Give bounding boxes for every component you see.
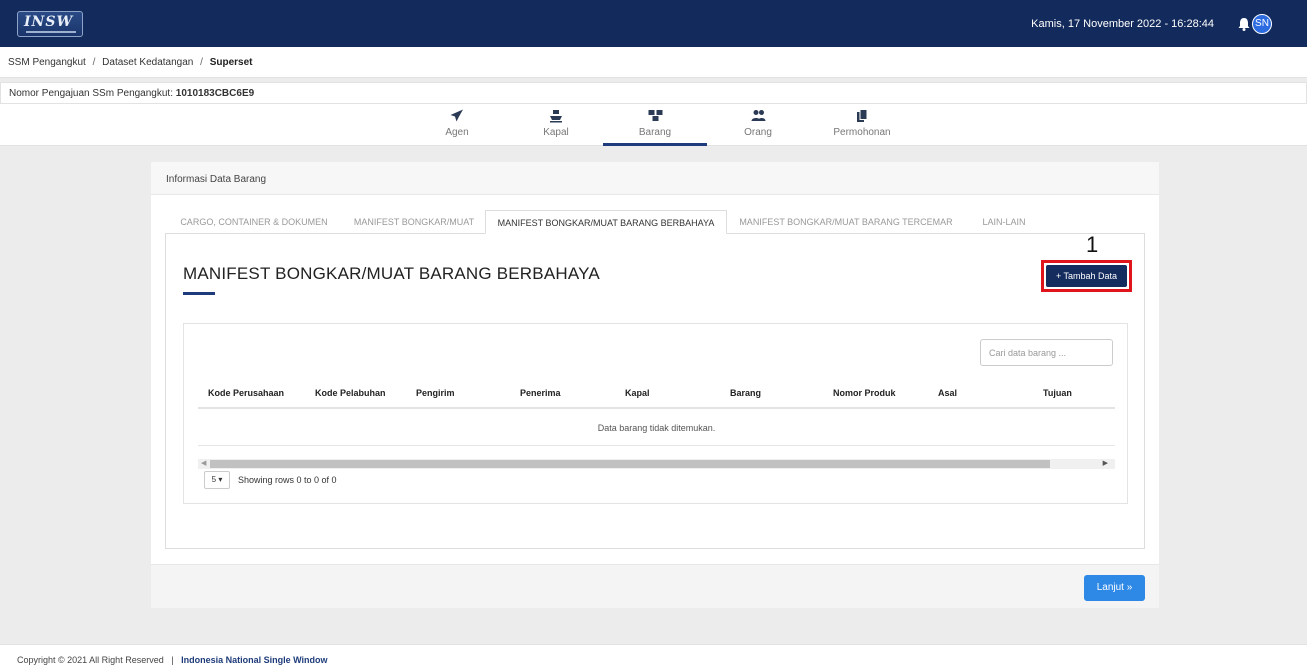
step-label: Kapal — [543, 127, 569, 138]
step-barang[interactable]: Barang — [603, 104, 707, 146]
column-header-nomor-produk[interactable]: Nomor Produk — [833, 388, 896, 398]
pagination-info: Showing rows 0 to 0 of 0 — [238, 475, 337, 485]
scroll-left-icon[interactable]: ◀ — [201, 459, 206, 467]
breadcrumb-current: Superset — [209, 57, 253, 68]
annotation-number: 1 — [1086, 232, 1099, 257]
column-header-barang[interactable]: Barang — [730, 388, 761, 398]
annotation-highlight-box: + Tambah Data — [1041, 260, 1132, 292]
empty-table-row: Data barang tidak ditemukan. — [198, 410, 1115, 446]
footer-separator: | — [171, 655, 174, 665]
tab-bar: CARGO, CONTAINER & DOKUMEN MANIFEST BONG… — [165, 210, 1145, 234]
card-footer: Lanjut » — [151, 564, 1159, 608]
data-barang-card: Informasi Data Barang CARGO, CONTAINER &… — [151, 162, 1159, 608]
scrollbar-thumb[interactable] — [210, 460, 1050, 468]
caret-down-icon: ▾ — [218, 475, 223, 484]
paper-plane-icon — [405, 104, 509, 124]
column-header-kapal[interactable]: Kapal — [625, 388, 650, 398]
top-navbar: INSW Kamis, 17 November 2022 - 16:28:44 … — [0, 0, 1307, 47]
copyright-text: Copyright © 2021 All Right Reserved — [17, 655, 164, 665]
step-orang[interactable]: Orang — [706, 104, 810, 146]
step-label: Permohonan — [833, 127, 891, 138]
data-table-container: Cari data barang ... Kode Perusahaan Kod… — [183, 323, 1128, 504]
step-agen[interactable]: Agen — [405, 104, 509, 146]
breadcrumb-item-ssm-pengangkut[interactable]: SSM Pengangkut — [8, 57, 86, 68]
step-kapal[interactable]: Kapal — [504, 104, 608, 146]
column-header-penerima[interactable]: Penerima — [520, 388, 561, 398]
page-size-select[interactable]: 5 ▾ — [204, 471, 230, 489]
insw-logo[interactable]: INSW — [17, 11, 83, 37]
search-input[interactable]: Cari data barang ... — [980, 339, 1113, 366]
title-underline — [183, 292, 215, 295]
ship-icon — [504, 104, 608, 124]
boxes-icon — [603, 104, 707, 124]
column-header-asal[interactable]: Asal — [938, 388, 957, 398]
horizontal-scrollbar[interactable]: ◀ ▶ — [198, 459, 1115, 469]
submission-label: Nomor Pengajuan SSm Pengangkut: — [9, 88, 173, 99]
pagination: 5 ▾ Showing rows 0 to 0 of 0 — [204, 471, 504, 489]
table-header: Kode Perusahaan Kode Pelabuhan Pengirim … — [198, 378, 1115, 409]
lanjut-button[interactable]: Lanjut » — [1084, 575, 1145, 601]
column-header-kode-perusahaan[interactable]: Kode Perusahaan — [208, 388, 284, 398]
section-title: MANIFEST BONGKAR/MUAT BARANG BERBAHAYA — [183, 264, 600, 283]
tab-lain-lain[interactable]: LAIN-LAIN — [965, 210, 1043, 234]
page-size-value: 5 — [211, 475, 217, 484]
breadcrumb-item-dataset-kedatangan[interactable]: Dataset Kedatangan — [102, 57, 193, 68]
tambah-data-button[interactable]: + Tambah Data — [1046, 265, 1127, 287]
column-header-kode-pelabuhan[interactable]: Kode Pelabuhan — [315, 388, 386, 398]
breadcrumb-separator: / — [200, 57, 203, 68]
step-label: Agen — [445, 127, 469, 138]
tab-cargo-container-dokumen[interactable]: CARGO, CONTAINER & DOKUMEN — [165, 210, 343, 234]
tab-manifest-barang-tercemar[interactable]: MANIFEST BONGKAR/MUAT BARANG TERCEMAR — [727, 210, 965, 234]
step-navigation: Agen Kapal Barang Orang Permohonan — [0, 104, 1307, 146]
submission-number-bar: Nomor Pengajuan SSm Pengangkut: 1010183C… — [0, 82, 1307, 104]
tab-pane: MANIFEST BONGKAR/MUAT BARANG BERBAHAYA 1… — [165, 232, 1145, 549]
footer-org-name: Indonesia National Single Window — [181, 655, 328, 665]
breadcrumb-separator: / — [92, 57, 96, 68]
scroll-right-icon[interactable]: ▶ — [1103, 459, 1108, 467]
step-permohonan[interactable]: Permohonan — [810, 104, 914, 146]
column-header-pengirim[interactable]: Pengirim — [416, 388, 455, 398]
step-label: Barang — [638, 127, 672, 138]
card-header: Informasi Data Barang — [151, 162, 1159, 195]
user-avatar[interactable]: SN — [1252, 14, 1272, 34]
submission-number: 1010183CBC6E9 — [175, 88, 255, 99]
tab-manifest-bongkar-muat[interactable]: MANIFEST BONGKAR/MUAT — [343, 210, 485, 234]
column-header-tujuan[interactable]: Tujuan — [1043, 388, 1072, 398]
logo-text: INSW — [24, 14, 74, 30]
current-datetime: Kamis, 17 November 2022 - 16:28:44 — [1031, 18, 1214, 30]
logo-underline — [26, 31, 76, 33]
tab-manifest-barang-berbahaya[interactable]: MANIFEST BONGKAR/MUAT BARANG BERBAHAYA — [485, 210, 727, 234]
documents-icon — [810, 104, 914, 124]
page-footer: Copyright © 2021 All Right Reserved | In… — [0, 644, 1307, 668]
users-icon — [706, 104, 810, 124]
breadcrumb: SSM Pengangkut / Dataset Kedatangan / Su… — [0, 47, 1307, 78]
bell-icon[interactable] — [1237, 16, 1251, 32]
step-label: Orang — [744, 127, 772, 138]
